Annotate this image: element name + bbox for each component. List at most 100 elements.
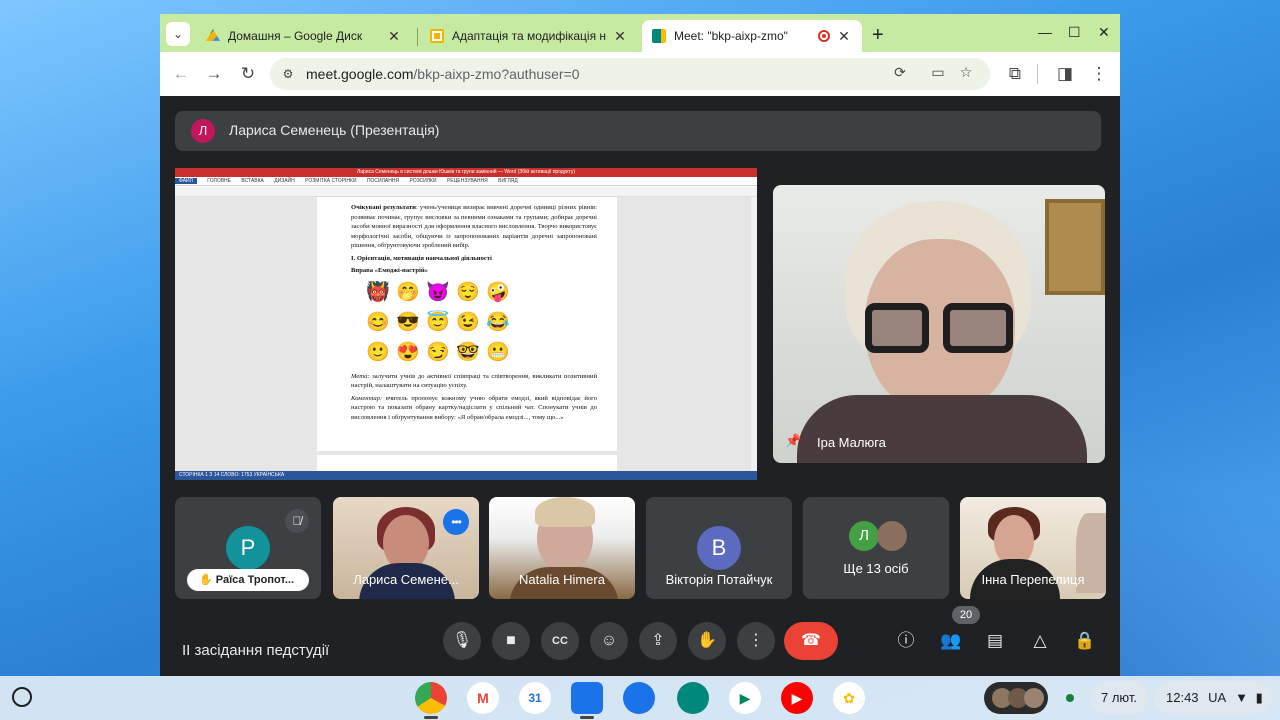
launcher-icon[interactable]: [12, 687, 32, 707]
main-speaker-video[interactable]: 📌 Іра Малюга: [773, 185, 1105, 463]
chromeos-shelf: M 31 ▶ ▶ ✿ 7 лют. 12:43 UA ▼ ▮: [0, 676, 1280, 720]
close-tab-icon[interactable]: ✕: [386, 28, 402, 45]
word-menu-layout: РОЗМІТКА СТОРІНКИ: [305, 178, 357, 184]
participant-tile[interactable]: Р 🎙̸ ✋ Раїса Тропот...: [175, 497, 321, 599]
close-window-icon[interactable]: ✕: [1098, 24, 1110, 41]
play-store-icon[interactable]: ▶: [729, 682, 761, 714]
emoji-item: 🤓: [456, 341, 480, 363]
maximize-icon[interactable]: ☐: [1068, 24, 1081, 41]
tab-search-chevron-icon[interactable]: ⌄: [166, 22, 190, 46]
date-pill[interactable]: 7 лют.: [1090, 682, 1148, 714]
presenter-avatar: Л: [191, 119, 215, 143]
word-canvas: Очікувані результати: учень/учениця визи…: [175, 197, 757, 475]
calendar-icon[interactable]: 31: [519, 682, 551, 714]
pin-icon[interactable]: 📌: [785, 433, 801, 449]
emoji-item: 🤪: [486, 281, 510, 303]
sync-icon[interactable]: ⟳: [890, 64, 910, 81]
emoji-item: 👹: [366, 281, 390, 303]
more-icon[interactable]: ⋮: [737, 622, 775, 660]
participant-tile[interactable]: В Вікторія Потайчук: [646, 497, 792, 599]
tab-slides[interactable]: Адаптація та модифікація на ✕: [420, 20, 638, 52]
doc-comment-text: вчитель пропонує кожному учню обрати емо…: [351, 394, 597, 422]
meet-stage: Л Лариса Семенець (Презентація) Лариса С…: [160, 96, 1120, 676]
toolbar-separator: [1037, 64, 1038, 84]
tab-strip: ⌄ Домашня – Google Диск ✕ Адаптація та м…: [160, 14, 1120, 52]
camera-icon[interactable]: ■: [492, 622, 530, 660]
participant-tile[interactable]: Natalia Himera: [489, 497, 635, 599]
messages-icon[interactable]: [623, 682, 655, 714]
doc-goal-label: Мета:: [351, 372, 370, 380]
files-icon[interactable]: [571, 682, 603, 714]
tab-title: Домашня – Google Диск: [228, 29, 363, 43]
doc-paragraph-comment: Коментар: вчитель пропонує кожному учню …: [351, 394, 597, 423]
emoji-item: 😌: [456, 281, 480, 303]
reload-icon[interactable]: ↻: [237, 63, 259, 85]
site-info-icon[interactable]: ⚙: [278, 64, 298, 84]
doc-paragraph-goal: Мета: залучити учнів до активної співпра…: [351, 372, 597, 391]
address-bar[interactable]: ⚙ meet.google.com/bkp-aixp-zmo?authuser=…: [270, 58, 990, 90]
gmail-icon[interactable]: M: [467, 682, 499, 714]
raise-hand-icon[interactable]: ✋: [688, 622, 726, 660]
shared-screen[interactable]: Лариса Семенець в системі дошки Юшків та…: [175, 168, 757, 480]
present-icon[interactable]: ⇪: [639, 622, 677, 660]
more-participants-tile[interactable]: Л Ще 13 осіб: [803, 497, 949, 599]
chrome-icon[interactable]: [415, 682, 447, 714]
tab-meet[interactable]: Meet: "bkp-aixp-zmo" ✕: [642, 20, 862, 52]
chat-icon[interactable]: ▤: [982, 628, 1008, 654]
emoji-item: 😍: [396, 341, 420, 363]
captions-icon[interactable]: CC: [541, 622, 579, 660]
word-menu-home: ГОЛОВНЕ: [207, 178, 232, 184]
word-scrollbar: [751, 197, 757, 471]
back-icon[interactable]: ←: [170, 63, 192, 85]
participant-tile[interactable]: Інна Перепелиця: [960, 497, 1106, 599]
activities-icon[interactable]: △: [1027, 628, 1053, 654]
mic-icon[interactable]: 🎙: [443, 622, 481, 660]
close-tab-icon[interactable]: ✕: [836, 28, 852, 45]
emoji-icon[interactable]: ☺: [590, 622, 628, 660]
bookmark-star-icon[interactable]: ☆: [956, 64, 976, 81]
screenshot-thumbnail: [1024, 688, 1044, 708]
meet-icon[interactable]: [677, 682, 709, 714]
minimize-icon[interactable]: —: [1038, 24, 1052, 40]
host-controls-icon[interactable]: 🔒: [1072, 628, 1098, 654]
doc-comment-label: Коментар:: [351, 394, 383, 402]
end-call-icon[interactable]: ☎: [784, 622, 838, 660]
word-ruler: [175, 187, 757, 197]
people-icon[interactable]: 👥: [938, 628, 964, 654]
youtube-icon[interactable]: ▶: [781, 682, 813, 714]
participant-avatar: Р: [226, 526, 270, 570]
doc-exercise-title: Вправа «Емоджі-настрій»: [351, 267, 428, 275]
participant-name: Інна Перепелиця: [981, 572, 1085, 587]
extensions-icon[interactable]: ⧉: [1004, 63, 1026, 85]
emoji-item: 😎: [396, 311, 420, 333]
tab-title: Адаптація та модифікація на: [452, 29, 606, 43]
word-page: Очікувані результати: учень/учениця визи…: [317, 197, 617, 451]
word-title-bar: Лариса Семенець в системі дошки Юшків та…: [175, 168, 757, 177]
holding-space-thumbnails[interactable]: [984, 682, 1048, 714]
speaker-glasses-left: [865, 303, 929, 353]
forward-icon[interactable]: →: [203, 63, 225, 85]
meeting-title: ІІ засідання педстудії: [182, 642, 330, 659]
url-text[interactable]: meet.google.com/bkp-aixp-zmo?authuser=0: [306, 66, 580, 82]
status-tray[interactable]: 12:43 UA ▼ ▮: [1154, 682, 1272, 714]
browser-menu-icon[interactable]: ⋮: [1088, 63, 1110, 85]
participant-name-pill: ✋ Раїса Тропот...: [187, 569, 309, 591]
tab-google-drive[interactable]: Домашня – Google Диск ✕: [196, 20, 412, 52]
photos-icon[interactable]: ✿: [833, 682, 865, 714]
clock-time: 12:43: [1166, 690, 1199, 705]
emoji-item: 🤭: [396, 281, 420, 303]
emoji-grid: 👹 🤭 😈 😌 🤪 😊 😎 😇 😉 😂 🙂 😍 😏 🤓 😬: [363, 280, 597, 366]
close-tab-icon[interactable]: ✕: [612, 28, 628, 45]
word-menu-insert: ВСТАВКА: [241, 178, 264, 184]
participant-tile-speaking[interactable]: ••• Лариса Семене...: [333, 497, 479, 599]
new-tab-button[interactable]: +: [872, 24, 884, 47]
input-language: UA: [1208, 690, 1226, 705]
speaker-glasses-right: [943, 303, 1013, 353]
wifi-icon: ▼: [1235, 690, 1249, 705]
side-panel-icon[interactable]: ◨: [1054, 63, 1076, 85]
camera-permission-icon[interactable]: ▭: [928, 64, 948, 81]
doc-goal-text: залучити учнів до активної співпраці та …: [351, 372, 597, 390]
app-running-indicator: [580, 716, 594, 719]
screen-capture-indicator-icon[interactable]: [1066, 694, 1074, 702]
info-icon[interactable]: ⓘ: [893, 628, 919, 654]
